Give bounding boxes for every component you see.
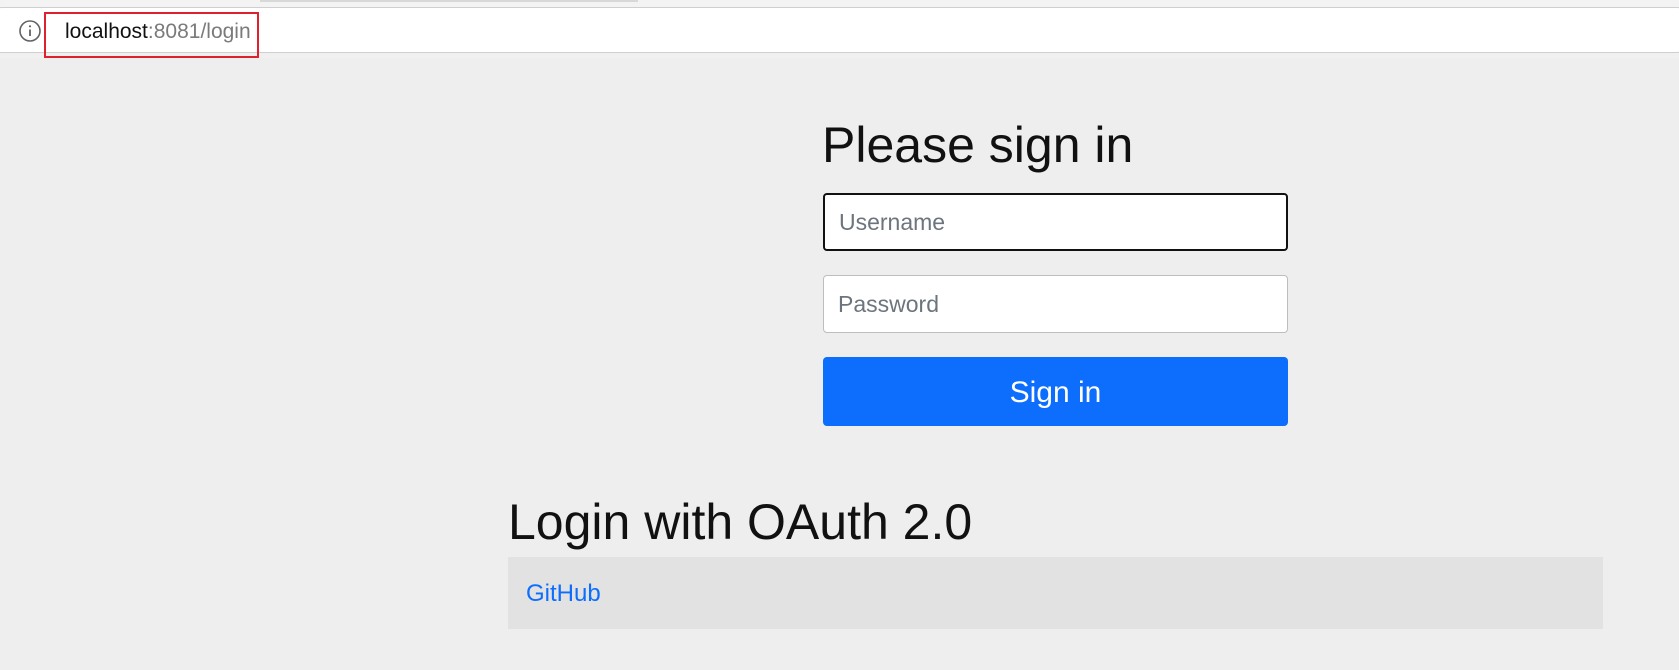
info-icon[interactable]: [18, 19, 42, 43]
sign-in-button[interactable]: Sign in: [823, 357, 1288, 426]
browser-toolbar: localhost:8081/login: [0, 0, 1679, 58]
page-title: Please sign in: [822, 117, 1134, 173]
oauth-github-link[interactable]: GitHub: [526, 579, 601, 609]
username-field[interactable]: [823, 193, 1288, 251]
tab-strip: [0, 0, 1679, 7]
oauth-heading: Login with OAuth 2.0: [508, 494, 973, 550]
url-highlight-box: [44, 12, 259, 58]
oauth-provider-table: GitHub: [508, 557, 1603, 629]
password-field[interactable]: [823, 275, 1288, 333]
